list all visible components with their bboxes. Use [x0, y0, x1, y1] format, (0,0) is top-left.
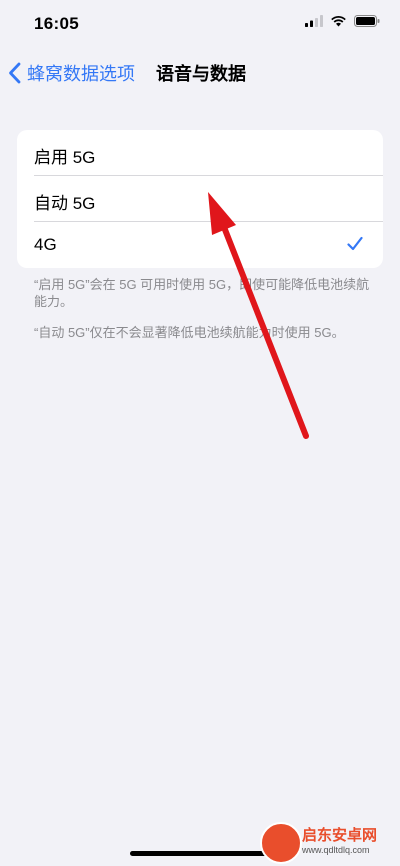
- page-title: 语音与数据: [156, 64, 246, 84]
- battery-icon: [354, 15, 380, 27]
- watermark-title: 启东安卓网: [302, 827, 378, 844]
- watermark-subtitle: www.qdltdlq.com: [302, 845, 370, 855]
- home-indicator: [130, 851, 270, 856]
- option-enable-5g[interactable]: 启用 5G: [17, 130, 383, 176]
- option-label: 启用 5G: [34, 148, 96, 167]
- wifi-icon: [331, 16, 346, 27]
- option-label: 4G: [34, 235, 57, 254]
- checkmark-icon: [347, 236, 363, 251]
- option-auto-5g[interactable]: 自动 5G: [17, 176, 383, 222]
- back-button[interactable]: 蜂窝数据选项: [8, 60, 135, 86]
- status-icons: [305, 15, 380, 27]
- watermark-logo-icon: [260, 822, 302, 864]
- enable-5g-description: “启用 5G”会在 5G 可用时使用 5G，即使可能降低电池续航能力。: [34, 277, 370, 309]
- nav-bar: 蜂窝数据选项 语音与数据: [0, 52, 400, 92]
- cellular-signal-icon: [305, 15, 323, 27]
- watermark: 启东安卓网 www.qdltdlq.com: [260, 818, 390, 864]
- chevron-left-icon: [9, 62, 21, 84]
- status-time: 16:05: [34, 14, 79, 33]
- status-bar: 16:05: [0, 0, 400, 50]
- auto-5g-description: “自动 5G”仅在不会显著降低电池续航能力时使用 5G。: [34, 325, 345, 340]
- option-label: 自动 5G: [34, 194, 96, 213]
- option-4g[interactable]: 4G: [17, 222, 383, 268]
- back-button-label: 蜂窝数据选项: [27, 64, 135, 84]
- network-options-list: 启用 5G 自动 5G 4G: [17, 130, 383, 268]
